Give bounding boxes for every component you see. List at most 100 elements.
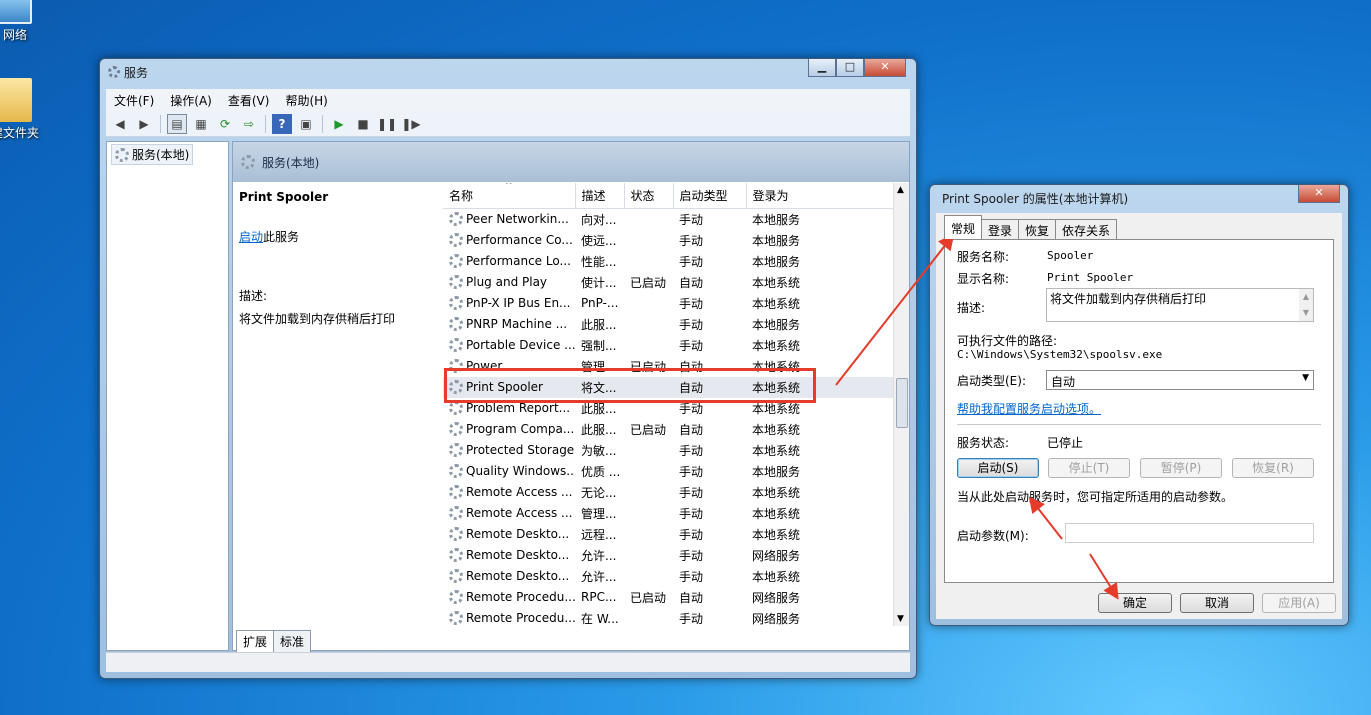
col-header-logon[interactable]: 登录为 [746, 183, 898, 209]
services-titlebar[interactable]: 服务 [100, 59, 916, 85]
pause-service-icon[interactable]: ❚❚ [377, 114, 397, 134]
table-row[interactable]: Remote Procedu... 在 W... 手动 网络服务 [443, 608, 898, 627]
menu-view[interactable]: 查看(V) [228, 92, 270, 109]
tab-logon[interactable]: 登录 [981, 219, 1020, 239]
table-row[interactable]: PNRP Machine ... 此服... 手动 本地服务 [443, 314, 898, 335]
back-arrow-icon[interactable]: ◀ [110, 114, 130, 134]
table-row[interactable]: Remote Deskto... 允许... 手动 本地系统 [443, 566, 898, 587]
start-params-input[interactable] [1065, 523, 1314, 543]
detail-desc-text: 将文件加载到内存供稍后打印 [239, 312, 396, 326]
table-row[interactable]: Quality Windows... 优质 ... 手动 本地服务 [443, 461, 898, 482]
col-header-startup[interactable]: 启动类型 [673, 183, 747, 209]
table-row[interactable]: Program Compa... 此服... 已启动 自动 本地系统 [443, 419, 898, 440]
stop-button[interactable]: 停止(T) [1048, 458, 1130, 478]
forward-arrow-icon[interactable]: ▶ [134, 114, 154, 134]
service-name-cell: PNRP Machine ... [443, 314, 575, 335]
service-gear-icon [449, 233, 463, 247]
table-row[interactable]: Remote Deskto... 远程... 手动 本地系统 [443, 524, 898, 545]
service-startup-cell: 自动 [679, 590, 704, 605]
resume-button[interactable]: 恢复(R) [1232, 458, 1314, 478]
start-service-icon[interactable]: ▶ [329, 114, 349, 134]
desktop-icon-folder[interactable]: 建文件夹 [0, 78, 50, 141]
col-header-desc[interactable]: 描述 [575, 183, 625, 209]
service-name-cell: Portable Device ... [443, 335, 575, 356]
service-logon-cell: 本地服务 [752, 254, 801, 269]
service-gear-icon [449, 569, 463, 583]
maximize-button[interactable]: □ [836, 59, 864, 77]
service-logon-cell: 本地系统 [752, 506, 801, 521]
service-desc-cell: PnP-... [581, 296, 619, 310]
menu-action[interactable]: 操作(A) [170, 92, 212, 109]
status-bar [106, 652, 910, 672]
tab-standard[interactable]: 标准 [273, 630, 312, 652]
col-header-status[interactable]: 状态 [624, 183, 674, 209]
console-tree-icon[interactable]: ▤ [167, 113, 187, 134]
vertical-scrollbar[interactable]: ▲ ▼ [893, 183, 909, 626]
service-status-cell [624, 524, 673, 545]
service-startup-cell: 手动 [679, 254, 704, 269]
display-name-label: 显示名称: [957, 272, 1010, 286]
service-gear-icon [449, 443, 463, 457]
service-logon-cell: 本地服务 [752, 464, 801, 479]
tab-recovery[interactable]: 恢复 [1018, 219, 1057, 239]
menu-file[interactable]: 文件(F) [114, 92, 154, 109]
view-icon[interactable]: ▣ [296, 114, 316, 134]
table-row[interactable]: Remote Access ... 管理... 手动 本地系统 [443, 503, 898, 524]
scroll-thumb[interactable] [896, 378, 908, 428]
service-gear-icon [449, 275, 463, 289]
dialog-close-button[interactable]: ✕ [1298, 185, 1340, 203]
properties-icon[interactable]: ▦ [191, 114, 211, 134]
services-list: 名称 描述 状态 启动类型 登录为 Peer Networkin... 向对...… [443, 183, 898, 626]
apply-button[interactable]: 应用(A) [1262, 593, 1336, 613]
table-row[interactable]: Portable Device ... 强制... 手动 本地系统 [443, 335, 898, 356]
tree-item-services-local[interactable]: 服务(本地) [111, 144, 194, 165]
cancel-button[interactable]: 取消 [1180, 593, 1254, 613]
table-row[interactable]: Performance Co... 使远... 手动 本地服务 [443, 230, 898, 251]
tab-general[interactable]: 常规 [944, 215, 983, 239]
desktop-icon-network[interactable]: 网络 [0, 0, 50, 43]
table-row[interactable]: Protected Storage 为敏... 手动 本地系统 [443, 440, 898, 461]
start-service-link[interactable]: 启动 [239, 230, 263, 244]
stop-service-icon[interactable]: ■ [353, 114, 373, 134]
table-row[interactable]: Plug and Play 使计... 已启动 自动 本地系统 [443, 272, 898, 293]
folder-icon [0, 78, 32, 122]
tree-pane: 服务(本地) [106, 141, 229, 651]
service-name-cell: Peer Networkin... [443, 209, 575, 230]
dialog-titlebar[interactable]: Print Spooler 的属性(本地计算机) [930, 185, 1348, 211]
help-icon[interactable]: ? [272, 113, 292, 134]
table-row[interactable]: Performance Lo... 性能... 手动 本地服务 [443, 251, 898, 272]
table-row[interactable]: Remote Procedu... RPC... 已启动 自动 网络服务 [443, 587, 898, 608]
table-row[interactable]: Remote Access ... 无论... 手动 本地系统 [443, 482, 898, 503]
startup-type-select[interactable]: 自动 ▼ [1046, 370, 1314, 390]
table-row[interactable]: Remote Deskto... 允许... 手动 网络服务 [443, 545, 898, 566]
restart-service-icon[interactable]: ❚▶ [401, 114, 421, 134]
service-desc-cell: 性能... [581, 254, 617, 269]
service-startup-cell: 手动 [679, 338, 704, 353]
service-startup-cell: 手动 [679, 443, 704, 458]
refresh-icon[interactable]: ⟳ [215, 114, 235, 134]
scroll-down-icon[interactable]: ▼ [897, 614, 904, 624]
start-button[interactable]: 启动(S) [957, 458, 1039, 478]
description-field[interactable]: 将文件加载到内存供稍后打印 ▲ ▼ [1046, 288, 1314, 322]
pause-button[interactable]: 暂停(P) [1140, 458, 1222, 478]
service-desc-cell: 在 W... [581, 611, 619, 626]
table-row[interactable]: PnP-X IP Bus En... PnP-... 手动 本地系统 [443, 293, 898, 314]
path-label: 可执行文件的路径: [957, 334, 1058, 348]
close-button[interactable]: ✕ [864, 59, 906, 77]
service-status-cell [624, 440, 673, 461]
detail-desc-label: 描述: [239, 289, 268, 303]
service-gear-icon [449, 485, 463, 499]
scroll-up-icon[interactable]: ▲ [897, 185, 904, 195]
tab-dependencies[interactable]: 依存关系 [1055, 219, 1118, 239]
table-row[interactable]: Peer Networkin... 向对... 手动 本地服务 [443, 209, 898, 230]
minimize-button[interactable]: ▁ [808, 59, 836, 77]
service-status-cell: 已启动 [630, 422, 667, 437]
main-pane-title: 服务(本地) [262, 155, 320, 170]
help-configure-link[interactable]: 帮助我配置服务启动选项。 [957, 400, 1101, 417]
service-logon-cell: 本地服务 [752, 212, 801, 227]
service-desc-cell: 允许... [581, 548, 617, 563]
service-startup-cell: 手动 [679, 212, 704, 227]
export-icon[interactable]: ⇨ [239, 114, 259, 134]
menu-help[interactable]: 帮助(H) [285, 92, 327, 109]
tab-extended[interactable]: 扩展 [236, 630, 275, 652]
